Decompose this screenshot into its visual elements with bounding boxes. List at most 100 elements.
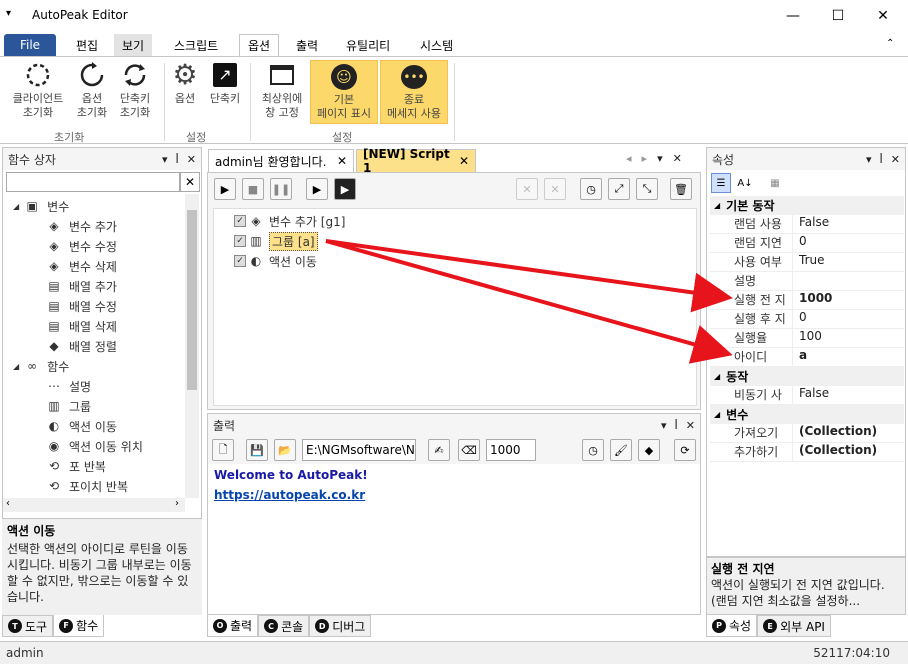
property-value[interactable]: False xyxy=(792,215,904,233)
tree-leaf-item[interactable]: ▤ 배열 삭제 xyxy=(47,316,117,336)
property-row[interactable]: 아이디 a xyxy=(710,348,904,367)
shortcut-reset-button[interactable]: 단축키 초기화 xyxy=(114,61,156,120)
tab-external-api[interactable]: E 외부 API xyxy=(757,615,831,637)
tree-leaf-item[interactable]: ◈ 변수 수정 xyxy=(47,236,117,256)
expand-icon[interactable]: ◢ xyxy=(714,372,720,381)
close-icon[interactable]: ✕ xyxy=(337,154,347,168)
close-icon[interactable]: ✕ xyxy=(686,419,695,432)
default-page-button[interactable]: ☺ 기본 페이지 표시 xyxy=(310,60,378,124)
tree-leaf-item[interactable]: ⟲ 포이치 반복 xyxy=(47,476,128,496)
tab-script1[interactable]: [NEW] Script 1 ✕ xyxy=(356,147,476,175)
tab-edit[interactable]: 편집 xyxy=(68,34,106,56)
property-row[interactable]: 랜덤 지연 0 xyxy=(710,234,904,253)
tab-properties[interactable]: P 속성 xyxy=(706,615,758,637)
collapse-ribbon-icon[interactable]: ⌃ xyxy=(886,38,894,49)
clear-search-button[interactable]: ✕ xyxy=(180,172,200,192)
disabled-button[interactable]: ✕ xyxy=(516,178,538,200)
exit-message-button[interactable]: ••• 종료 메세지 사용 xyxy=(380,60,448,124)
tree-leaf-item[interactable]: ◆ 배열 정렬 xyxy=(47,336,117,356)
tab-view[interactable]: 보기 xyxy=(114,34,153,56)
dropdown-icon[interactable]: ▾ xyxy=(657,152,663,165)
property-row[interactable]: 랜덤 사용 False xyxy=(710,215,904,234)
tab-utility[interactable]: 유틸리티 xyxy=(338,34,398,56)
close-button[interactable]: ✕ xyxy=(860,0,906,32)
run-from-button[interactable]: ▶ xyxy=(334,178,356,200)
property-value[interactable]: a xyxy=(792,348,904,366)
pin-icon[interactable]: ꟾ xyxy=(880,153,883,166)
disabled-button[interactable]: ✕ xyxy=(544,178,566,200)
vertical-scrollbar[interactable] xyxy=(185,194,199,498)
tab-system[interactable]: 시스템 xyxy=(412,34,461,56)
tree-leaf-item[interactable]: ◐ 액션 이동 xyxy=(47,416,117,436)
tree-leaf-item[interactable]: ◈ 변수 삭제 xyxy=(47,256,117,276)
dropdown-icon[interactable]: ▾ xyxy=(162,153,168,166)
sort-alpha-icon[interactable]: A↓ xyxy=(735,173,755,193)
expand-icon[interactable]: ◢ xyxy=(13,202,19,211)
tree-leaf-item[interactable]: ⋯ 설명 xyxy=(47,376,91,396)
script-action-row[interactable]: ✓ ▥ 그룹 [a] xyxy=(234,231,318,251)
always-on-top-button[interactable]: 최상위에 창 고정 xyxy=(256,61,308,120)
dropdown-icon[interactable]: ▾ xyxy=(661,419,667,432)
tree-leaf-item[interactable]: ▤ 배열 추가 xyxy=(47,276,117,296)
window-menu-icon[interactable]: ▾ xyxy=(6,8,11,19)
property-value[interactable]: 0 xyxy=(792,310,904,328)
enable-checkbox[interactable]: ✓ xyxy=(234,215,246,227)
close-icon[interactable]: ✕ xyxy=(187,153,196,166)
delete-icon[interactable]: 🗑 xyxy=(670,178,692,200)
tab-file[interactable]: File xyxy=(4,34,56,56)
tree-category-item[interactable]: ◢ ∞ 함수 xyxy=(13,356,69,376)
tree-leaf-item[interactable]: ▤ 배열 수정 xyxy=(47,296,117,316)
property-value[interactable]: False xyxy=(792,386,904,404)
function-search-input[interactable] xyxy=(6,172,180,192)
tree-leaf-item[interactable]: ⟲ 포 반복 xyxy=(47,456,106,476)
property-row[interactable]: 사용 여부 True xyxy=(710,253,904,272)
property-row[interactable]: 실행 전 지 1000 xyxy=(710,291,904,310)
expand-icon[interactable]: ◢ xyxy=(13,362,19,371)
brush-icon[interactable]: 🖌 xyxy=(610,439,632,461)
delay-stepper[interactable]: 1000 xyxy=(486,439,536,461)
stop-button[interactable]: ■ xyxy=(242,178,264,200)
script-action-row[interactable]: ✓ ◈ 변수 추가 [g1] xyxy=(234,211,345,231)
property-row[interactable]: 비동기 사 False xyxy=(710,386,904,405)
tab-options[interactable]: 옵션 xyxy=(239,34,280,56)
property-value[interactable]: True xyxy=(792,253,904,271)
timer-icon[interactable]: ◷ xyxy=(580,178,602,200)
tab-welcome[interactable]: admin님 환영합니다. ✕ xyxy=(208,149,354,172)
property-row[interactable]: 실행율 100 xyxy=(710,329,904,348)
tab-script[interactable]: 스크립트 xyxy=(166,34,226,56)
close-icon[interactable]: ✕ xyxy=(673,152,682,165)
property-row[interactable]: 가져오기 (Collection) xyxy=(710,424,904,443)
property-value[interactable]: (Collection) xyxy=(792,424,904,442)
pause-button[interactable]: ❚❚ xyxy=(270,178,292,200)
tab-debug[interactable]: D 디버그 xyxy=(309,615,372,637)
tree-category-item[interactable]: ◢ ▣ 변수 xyxy=(13,196,69,216)
minimize-button[interactable]: — xyxy=(770,0,816,32)
client-reset-button[interactable]: 클라이언트 초기화 xyxy=(6,61,70,120)
website-link[interactable]: https://autopeak.co.kr xyxy=(214,488,365,502)
tree-leaf-item[interactable]: ◈ 변수 추가 xyxy=(47,216,117,236)
new-log-icon[interactable]: 🗋 xyxy=(212,439,234,461)
property-category[interactable]: ◢ 동작 xyxy=(710,367,904,386)
property-category[interactable]: ◢ 변수 xyxy=(710,405,904,424)
tab-functions[interactable]: F 함수 xyxy=(53,615,105,637)
property-row[interactable]: 설명 xyxy=(710,272,904,291)
property-value[interactable]: 0 xyxy=(792,234,904,252)
tab-output[interactable]: 출력 xyxy=(288,34,326,56)
expand-icon[interactable]: ⤢ xyxy=(608,178,630,200)
property-value[interactable]: 100 xyxy=(792,329,904,347)
close-icon[interactable]: ✕ xyxy=(459,154,469,168)
refresh-icon[interactable]: ⟳ xyxy=(674,439,696,461)
options-reset-button[interactable]: 옵션 초기화 xyxy=(72,61,112,120)
step-button[interactable]: ▶ xyxy=(306,178,328,200)
options-button[interactable]: ⚙ 옵션 xyxy=(170,61,200,106)
output-path-field[interactable]: E:\NGMsoftware\NG xyxy=(302,439,416,461)
property-value[interactable]: 1000 xyxy=(792,291,904,309)
scroll-left-icon[interactable]: ◂ xyxy=(626,152,632,165)
pin-icon[interactable]: ꟾ xyxy=(176,153,179,166)
horizontal-scrollbar[interactable]: ‹ › xyxy=(3,498,185,512)
tab-output-log[interactable]: O 출력 xyxy=(207,615,259,637)
expand-icon[interactable]: ◢ xyxy=(714,201,720,210)
fill-icon[interactable]: ◆ xyxy=(638,439,660,461)
dropdown-icon[interactable]: ▾ xyxy=(866,153,872,166)
expand-icon[interactable]: ◢ xyxy=(714,410,720,419)
